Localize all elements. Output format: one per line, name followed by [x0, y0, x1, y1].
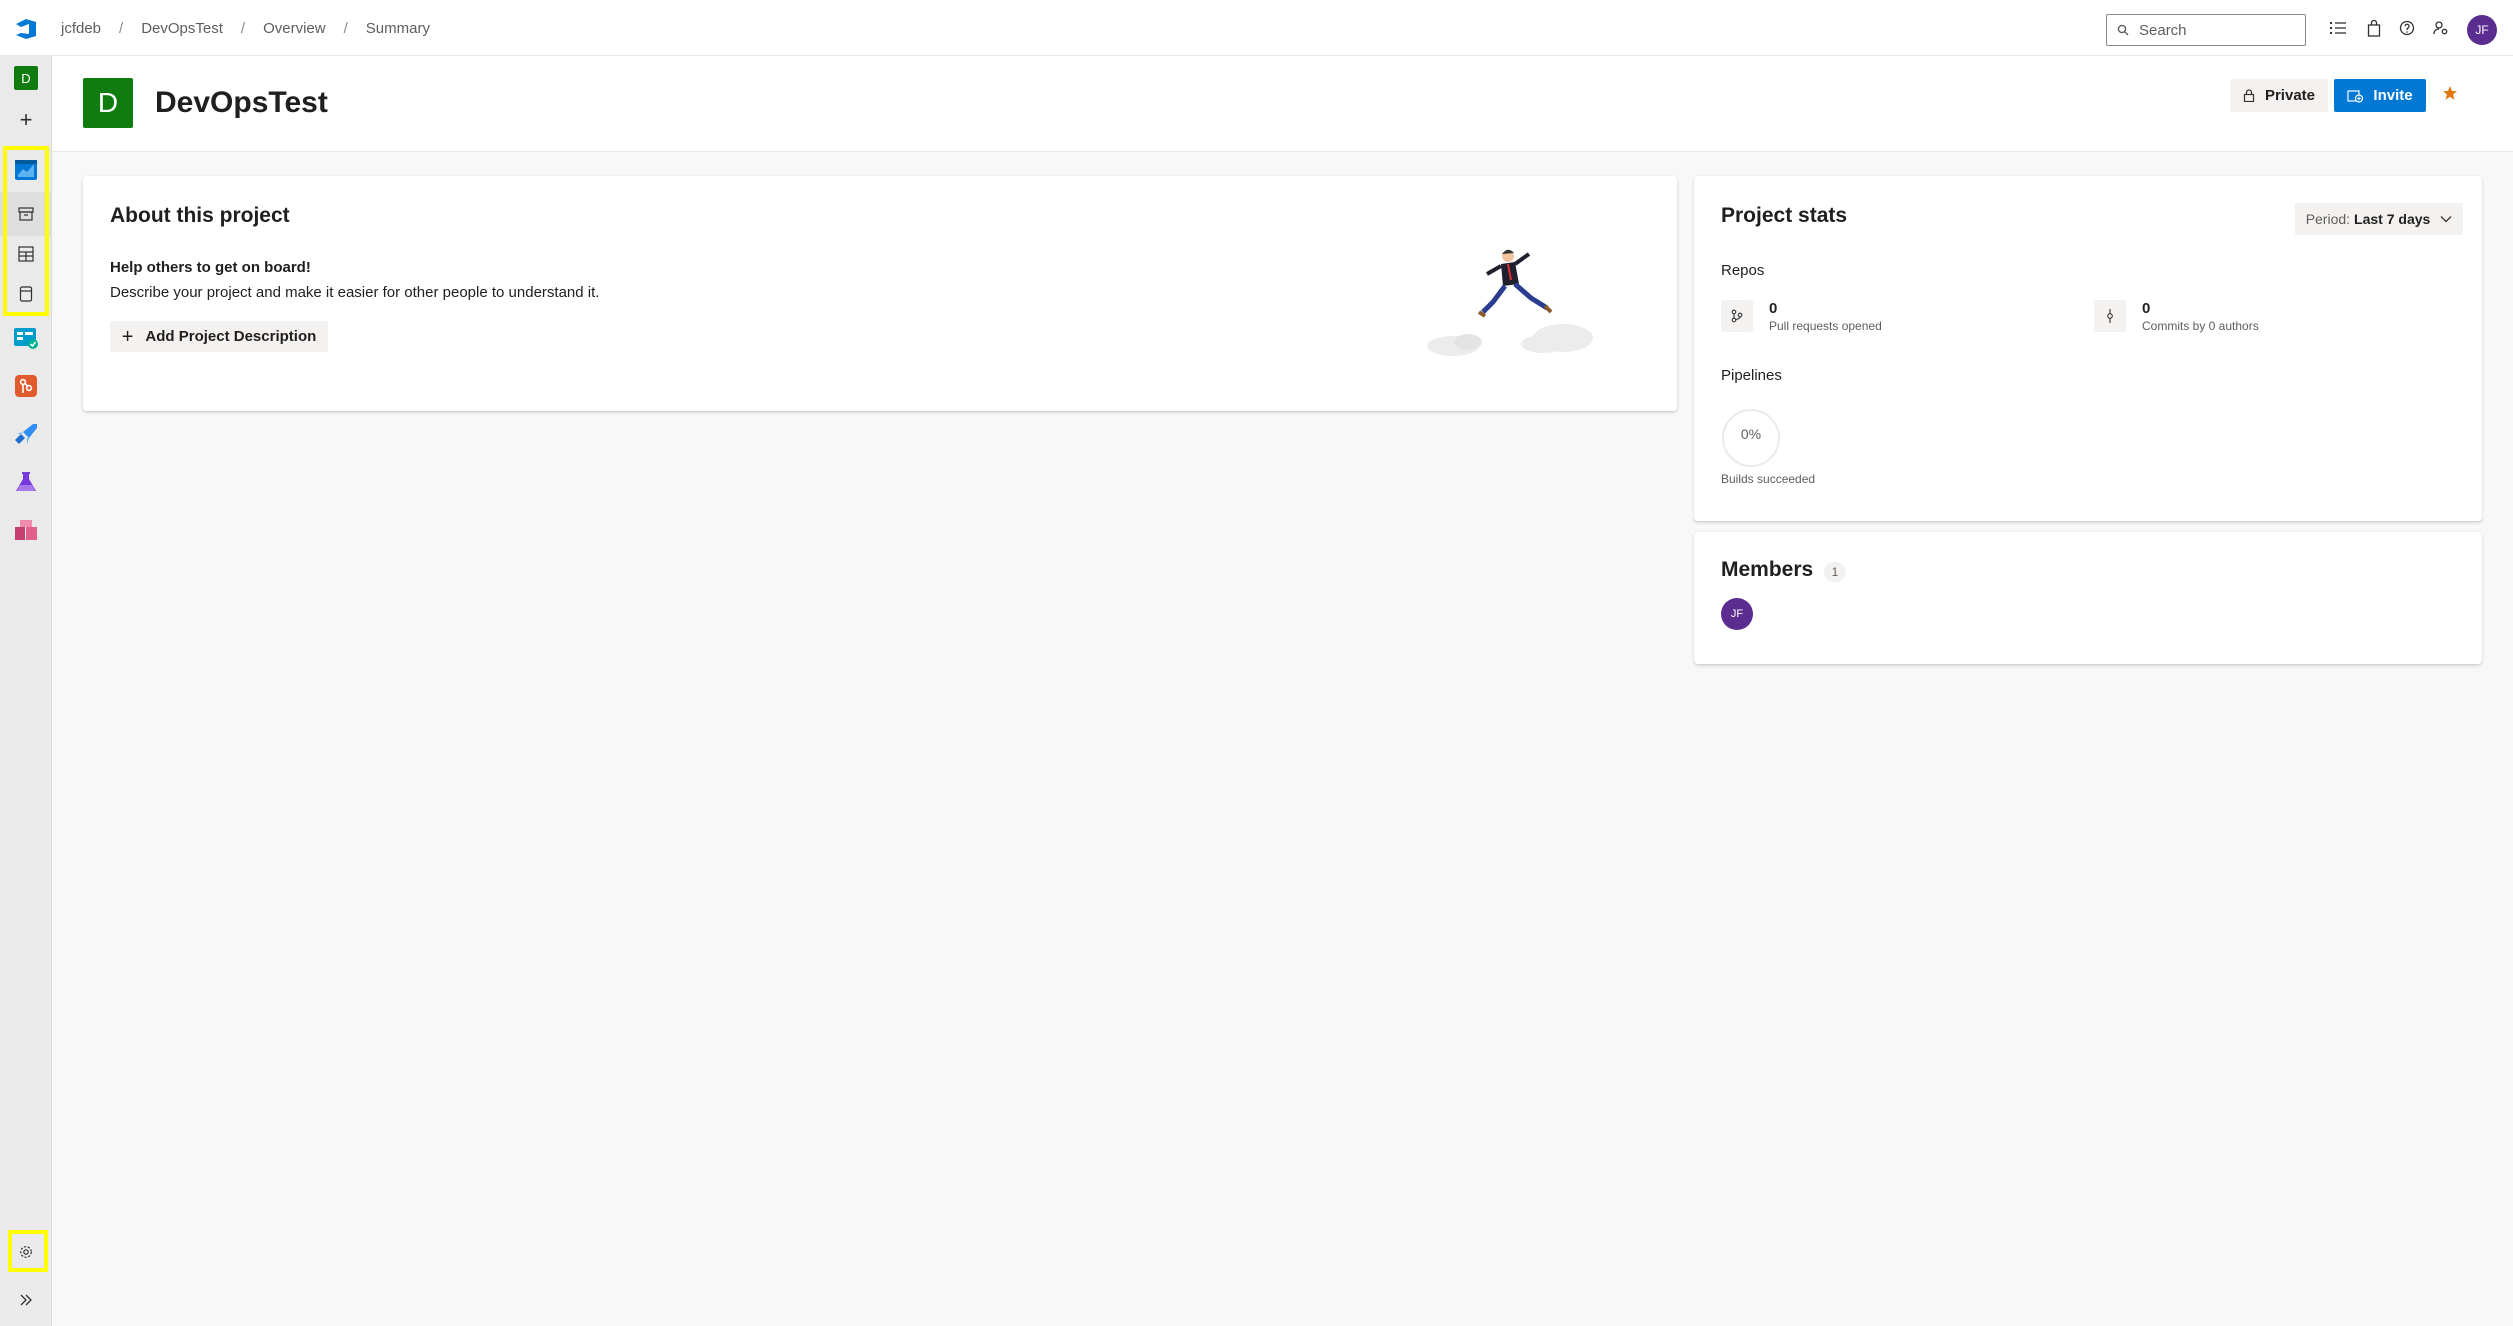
nav-boards[interactable]	[0, 316, 52, 360]
pull-request-icon	[1721, 300, 1753, 332]
private-label: Private	[2264, 87, 2316, 104]
help-text: Describe your project and make it easier…	[110, 284, 600, 301]
azure-devops-logo-icon[interactable]	[13, 16, 39, 42]
double-chevron-right-icon	[20, 1294, 32, 1306]
project-switcher[interactable]: D	[0, 56, 52, 100]
breadcrumb-project[interactable]: DevOpsTest	[141, 20, 223, 37]
member-avatar[interactable]: JF	[1721, 598, 1753, 630]
user-settings-icon[interactable]	[2430, 17, 2452, 39]
top-bar: jcfdeb / DevOpsTest / Overview / Summary	[0, 0, 2513, 56]
lock-icon	[2243, 89, 2255, 102]
nav-test-plans[interactable]	[0, 460, 52, 504]
project-avatar: D	[83, 78, 133, 128]
add-user-icon	[2347, 89, 2364, 103]
left-navigation: D +	[0, 56, 52, 1326]
new-project-button[interactable]: +	[0, 98, 52, 142]
project-badge: D	[14, 66, 38, 90]
breadcrumb-section[interactable]: Overview	[263, 20, 326, 37]
members-card: Members 1 JF	[1694, 532, 2482, 664]
plus-icon: +	[121, 325, 134, 348]
commits-label: Commits by 0 authors	[2142, 319, 2259, 333]
repos-icon	[15, 375, 37, 397]
jumping-person-illustration	[1423, 246, 1623, 356]
repos-label: Repos	[1721, 262, 1765, 279]
breadcrumb-separator: /	[240, 19, 246, 37]
project-stats-card: Project stats Period: Last 7 days Repos …	[1694, 176, 2482, 521]
favorite-star-icon[interactable]	[2442, 85, 2458, 101]
invite-button[interactable]: Invite	[2334, 79, 2426, 112]
private-button[interactable]: Private	[2230, 79, 2328, 112]
builds-label: Builds succeeded	[1721, 472, 1816, 486]
nav-repos[interactable]	[0, 364, 52, 408]
builds-percent: 0%	[1740, 426, 1762, 442]
invite-label: Invite	[2373, 87, 2413, 104]
members-count-badge: 1	[1824, 562, 1846, 582]
shopping-bag-icon[interactable]	[2363, 17, 2385, 39]
nav-pipelines[interactable]	[0, 412, 52, 456]
search-icon	[2117, 24, 2129, 36]
search-input[interactable]	[2139, 21, 2289, 39]
pull-requests-label: Pull requests opened	[1769, 319, 1882, 333]
breadcrumb-separator: /	[119, 19, 124, 37]
add-project-description-button[interactable]: + Add Project Description	[110, 321, 328, 352]
search-box[interactable]	[2106, 14, 2306, 46]
help-icon[interactable]	[2396, 17, 2418, 39]
pipelines-icon	[15, 424, 37, 444]
test-plans-icon	[16, 472, 36, 491]
breadcrumb-org[interactable]: jcfdeb	[61, 20, 101, 37]
nav-artifacts[interactable]	[0, 508, 52, 552]
stats-title: Project stats	[1721, 204, 1848, 227]
chevron-down-icon	[2440, 216, 2452, 223]
pull-requests-count: 0	[1769, 300, 1778, 317]
pipelines-label: Pipelines	[1721, 367, 1782, 384]
highlight-box	[8, 1230, 48, 1272]
about-project-card: About this project Help others to get on…	[83, 176, 1677, 411]
breadcrumb-separator: /	[343, 19, 348, 37]
period-value: Last 7 days	[2354, 211, 2431, 227]
task-list-icon[interactable]	[2327, 17, 2349, 39]
artifacts-icon	[15, 520, 37, 540]
expand-nav-button[interactable]	[0, 1278, 52, 1322]
user-avatar[interactable]: JF	[2467, 15, 2497, 45]
add-description-label: Add Project Description	[145, 328, 317, 345]
breadcrumb: jcfdeb / DevOpsTest / Overview / Summary	[61, 0, 430, 56]
commit-icon	[2094, 300, 2126, 332]
breadcrumb-page[interactable]: Summary	[366, 20, 430, 37]
about-title: About this project	[110, 204, 290, 227]
highlight-box	[3, 146, 49, 316]
period-dropdown[interactable]: Period: Last 7 days	[2295, 203, 2463, 235]
page-title: DevOpsTest	[155, 86, 328, 119]
boards-icon	[14, 328, 38, 349]
period-label: Period:	[2305, 211, 2351, 227]
members-title: Members	[1721, 558, 1814, 581]
project-header: D DevOpsTest Private Invite	[52, 56, 2513, 152]
help-title: Help others to get on board!	[110, 259, 311, 276]
commits-count: 0	[2142, 300, 2151, 317]
